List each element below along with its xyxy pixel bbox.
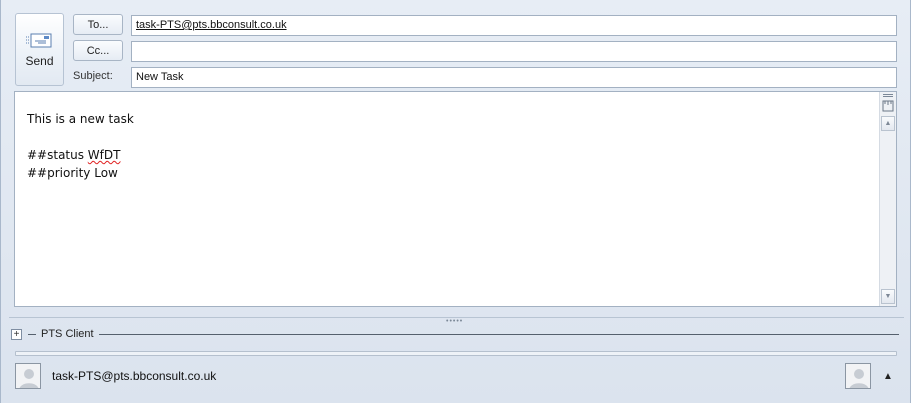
- person-avatar-icon[interactable]: [845, 363, 871, 389]
- ruler-icon[interactable]: [881, 99, 895, 112]
- subject-field[interactable]: New Task: [131, 67, 897, 88]
- people-pane-separator[interactable]: [15, 351, 897, 356]
- subject-label: Subject:: [73, 70, 113, 82]
- form-region-header: + PTS Client: [11, 327, 899, 341]
- to-recipient[interactable]: task-PTS@pts.bbconsult.co.uk: [136, 19, 287, 31]
- status-tag: ##status: [27, 148, 88, 162]
- to-button[interactable]: To...: [73, 14, 123, 35]
- divider: [28, 333, 36, 335]
- scroll-down-arrow-icon[interactable]: ▼: [881, 289, 895, 304]
- region-title: PTS Client: [41, 328, 94, 340]
- cc-field[interactable]: [131, 41, 897, 62]
- splitter-grip-icon[interactable]: •••••: [446, 318, 463, 325]
- send-label: Send: [25, 53, 54, 68]
- scroll-up-arrow-icon[interactable]: ▲: [881, 116, 895, 131]
- person-avatar-icon[interactable]: [15, 363, 41, 389]
- to-field[interactable]: task-PTS@pts.bbconsult.co.uk: [131, 15, 897, 36]
- expand-icon[interactable]: +: [11, 328, 22, 340]
- body-line-blank: [27, 128, 134, 146]
- body-line: ##status WfDT: [27, 146, 134, 164]
- message-text[interactable]: This is a new task ##status WfDT ##prior…: [27, 110, 134, 182]
- body-line: ##priority Low: [27, 166, 118, 180]
- envelope-send-icon: [25, 33, 51, 47]
- vertical-scrollbar[interactable]: ▲ ▼: [879, 92, 896, 306]
- people-pane: task-PTS@pts.bbconsult.co.uk ▲: [15, 358, 899, 394]
- collapse-chevron-icon[interactable]: ▲: [877, 371, 899, 382]
- compose-window: Send To... Cc... Subject: task-PTS@pts.b…: [0, 0, 911, 403]
- message-body[interactable]: This is a new task ##status WfDT ##prior…: [14, 91, 897, 307]
- people-pane-name[interactable]: task-PTS@pts.bbconsult.co.uk: [52, 369, 216, 383]
- cc-button[interactable]: Cc...: [73, 40, 123, 61]
- body-line: This is a new task: [27, 112, 134, 126]
- scrollbar-grip-icon[interactable]: [883, 94, 893, 97]
- pane-splitter[interactable]: •••••: [9, 317, 904, 325]
- divider: [98, 333, 899, 335]
- spelling-error-word[interactable]: WfDT: [88, 148, 121, 162]
- send-button[interactable]: Send: [15, 13, 64, 86]
